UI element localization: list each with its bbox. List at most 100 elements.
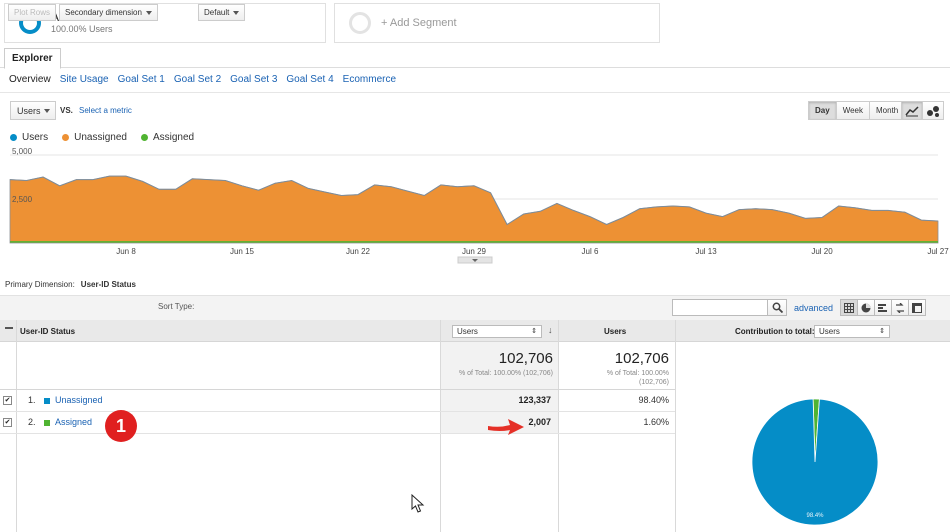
row-index: 2.: [28, 417, 36, 427]
legend-label: Unassigned: [74, 132, 127, 143]
row-color-swatch: [44, 398, 50, 404]
annotation-badge: 1: [105, 410, 137, 442]
subtab-goal-set-2[interactable]: Goal Set 2: [174, 74, 221, 85]
segment-subtitle: 100.00% Users: [51, 24, 113, 34]
period-month-button[interactable]: Month: [869, 101, 906, 120]
advanced-filter-link[interactable]: advanced: [794, 303, 833, 313]
view-data-button[interactable]: [840, 299, 858, 316]
legend-item-users[interactable]: Users: [10, 132, 48, 143]
view-pie-button[interactable]: [857, 299, 875, 316]
row-color-swatch: [44, 420, 50, 426]
search-icon: [772, 302, 783, 313]
y-tick-label: 5,000: [12, 147, 33, 156]
plot-rows-button[interactable]: Plot Rows: [8, 4, 57, 21]
row-label-unassigned[interactable]: Unassigned: [55, 395, 103, 405]
contribution-pie-chart: 98.4%: [751, 398, 879, 526]
primary-dimension: Primary Dimension: User-ID Status: [5, 280, 136, 289]
total-subtext-1: % of Total: 100.00% (102,706): [458, 370, 553, 377]
subtab-overview[interactable]: Overview: [9, 74, 51, 85]
totals-row: 102,706 % of Total: 100.00% (102,706) 10…: [0, 342, 675, 390]
table-view-buttons: [840, 299, 926, 316]
contribution-metric-dropdown[interactable]: Users ⇕: [814, 325, 890, 338]
total-subtext-2b: (102,706): [639, 379, 669, 386]
row-percent-value: 1.60%: [643, 417, 669, 427]
area-chart: 5,000 2,500 Jun 8 Jun 15 Jun 22 Jun 29 Jul 6 Ju…: [9, 147, 949, 264]
legend-label: Users: [22, 132, 49, 143]
view-pivot-button[interactable]: [908, 299, 926, 316]
add-segment-label: + Add Segment: [381, 17, 457, 29]
sort-type-label: Sort Type:: [158, 302, 195, 311]
chevron-down-icon: [233, 10, 240, 15]
x-tick-label: Jun 29: [462, 247, 487, 256]
view-comparison-button[interactable]: [891, 299, 909, 316]
search-button[interactable]: [767, 299, 787, 316]
sort-type-dropdown[interactable]: Default: [198, 4, 246, 21]
secondary-dimension-label: Secondary dimension: [65, 8, 142, 17]
row-users-value: 123,337: [518, 395, 551, 405]
secondary-dimension-dropdown[interactable]: Secondary dimension: [59, 4, 158, 21]
primary-dimension-label: Primary Dimension:: [5, 280, 75, 289]
x-tick-label: Jul 6: [582, 247, 599, 256]
motion-chart-button[interactable]: [922, 101, 944, 120]
legend-dot-icon: [62, 134, 70, 141]
add-segment-button[interactable]: + Add Segment: [334, 3, 660, 43]
x-tick-label: Jun 22: [346, 247, 371, 256]
line-chart-button[interactable]: [901, 101, 923, 120]
legend-dot-icon: [140, 134, 148, 141]
header-users[interactable]: Users: [604, 327, 626, 336]
x-tick-label: Jul 13: [695, 247, 717, 256]
select-metric-link[interactable]: Select a metric: [79, 106, 132, 115]
subtab-site-usage[interactable]: Site Usage: [60, 74, 109, 85]
updown-arrows-icon: ⇕: [531, 328, 537, 335]
x-tick-label: Jun 15: [230, 247, 255, 256]
metric-dropdown[interactable]: Users: [10, 101, 56, 120]
legend-item-unassigned[interactable]: Unassigned: [62, 132, 127, 143]
chevron-down-icon: [145, 10, 152, 15]
header-user-id-status[interactable]: User-ID Status: [20, 327, 75, 336]
header-metric-value: Users: [457, 327, 478, 336]
period-day-button[interactable]: Day: [808, 101, 837, 120]
subtab-goal-set-1[interactable]: Goal Set 1: [118, 74, 165, 85]
total-subtext-2a: % of Total: 100.00%: [606, 370, 669, 377]
column-divider: [675, 320, 676, 532]
vs-label: VS.: [60, 106, 73, 115]
sort-descending-icon[interactable]: ↓: [548, 325, 553, 335]
sort-type-value: Default: [204, 8, 230, 17]
select-all-toggle[interactable]: [5, 327, 13, 329]
subtab-ecommerce[interactable]: Ecommerce: [343, 74, 396, 85]
pie-slice-label: 98.4%: [806, 513, 824, 519]
header-metric-dropdown[interactable]: Users ⇕: [452, 325, 542, 338]
table-row: ✔ 2. Assigned 2,007 1.60%: [0, 412, 675, 434]
add-segment-ring-icon: [349, 12, 371, 34]
row-checkbox[interactable]: ✔: [3, 396, 12, 405]
explorer-subtabs: Overview Site Usage Goal Set 1 Goal Set …: [9, 74, 396, 85]
row-index: 1.: [28, 395, 36, 405]
updown-arrows-icon: ⇕: [879, 328, 885, 335]
primary-dimension-value[interactable]: User-ID Status: [81, 280, 136, 289]
line-chart-icon: [905, 105, 919, 116]
view-performance-button[interactable]: [874, 299, 892, 316]
pie-chart-icon: [861, 303, 871, 312]
row-checkbox[interactable]: ✔: [3, 418, 12, 427]
total-value-2: 102,706: [614, 350, 669, 367]
x-tick-label: Jun 8: [116, 247, 136, 256]
tab-explorer[interactable]: Explorer: [4, 48, 61, 69]
bubble-chart-icon: [927, 105, 939, 117]
table-search-input[interactable]: [672, 299, 768, 316]
header-contribution-label: Contribution to total:: [735, 327, 815, 336]
y-tick-label: 2,500: [12, 195, 33, 204]
subtab-goal-set-3[interactable]: Goal Set 3: [230, 74, 277, 85]
contribution-metric-value: Users: [819, 327, 840, 336]
bar-chart-icon: [878, 303, 887, 312]
subtabs-divider: [0, 92, 950, 93]
period-week-button[interactable]: Week: [835, 101, 870, 120]
grid-icon: [844, 302, 854, 313]
subtab-goal-set-4[interactable]: Goal Set 4: [286, 74, 333, 85]
chart-type-buttons: [901, 101, 944, 120]
legend-item-assigned[interactable]: Assigned: [140, 132, 195, 143]
row-users-value: 2,007: [528, 417, 551, 427]
chevron-down-icon: [44, 109, 50, 113]
legend-label: Assigned: [152, 132, 195, 143]
x-tick-label: Jul 27: [927, 247, 949, 256]
row-label-assigned[interactable]: Assigned: [55, 417, 92, 427]
